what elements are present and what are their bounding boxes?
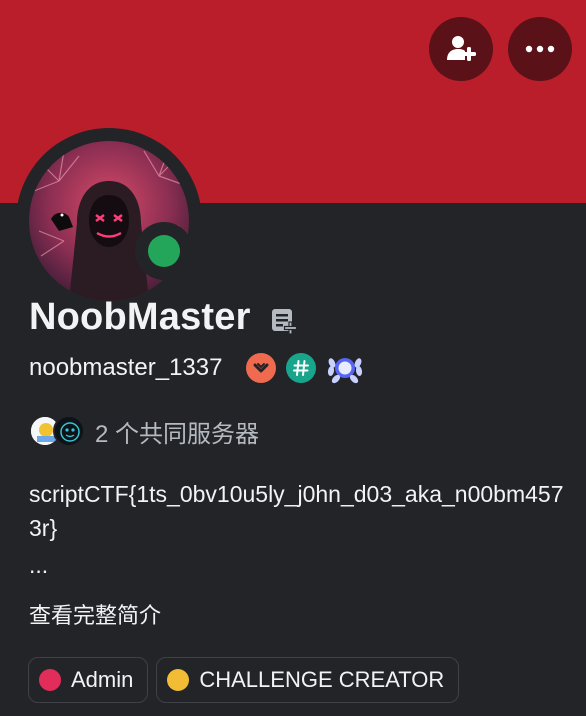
- more-options-button[interactable]: [508, 17, 572, 81]
- role-name: CHALLENGE CREATOR: [199, 667, 445, 692]
- add-friend-icon: [447, 36, 476, 61]
- user-note-icon[interactable]: [269, 306, 299, 336]
- view-full-profile-link[interactable]: 查看完整简介: [29, 598, 161, 630]
- role-list: Admin CHALLENGE CREATOR: [28, 657, 460, 703]
- bio-text: scriptCTF{1ts_0bv10u5ly_j0hn_d03_aka_n00…: [29, 481, 564, 541]
- badge-list: [246, 349, 364, 387]
- server-2-icon: [53, 415, 85, 447]
- role-pill-challenge-creator[interactable]: CHALLENGE CREATOR: [156, 657, 460, 703]
- more-options-icon: [525, 45, 555, 53]
- role-color-dot: [167, 669, 190, 691]
- laurel-wreath-badge-icon[interactable]: [326, 349, 364, 387]
- role-name: Admin: [71, 667, 134, 692]
- display-name-row: NoobMaster: [29, 296, 299, 339]
- user-profile-popout: NoobMaster noobmaster_1337 2 个共同服务器 scri…: [0, 0, 586, 716]
- online-status-dot: [148, 235, 180, 267]
- username-row: noobmaster_1337: [29, 350, 364, 386]
- bug-hunter-badge-icon[interactable]: [246, 353, 277, 383]
- display-name: NoobMaster: [29, 296, 251, 338]
- mutual-server-icons: [29, 414, 87, 448]
- username[interactable]: noobmaster_1337: [29, 354, 222, 382]
- role-pill-admin[interactable]: Admin: [28, 657, 149, 703]
- role-color-dot: [39, 669, 61, 691]
- hashtag-badge-icon[interactable]: [286, 353, 317, 383]
- mutual-servers-row[interactable]: 2 个共同服务器: [29, 413, 259, 449]
- mutual-servers-count: 2 个共同服务器: [95, 420, 260, 448]
- online-status-indicator: [135, 222, 193, 280]
- bio-ellipsis: ...: [29, 552, 49, 578]
- add-friend-button[interactable]: [429, 17, 493, 81]
